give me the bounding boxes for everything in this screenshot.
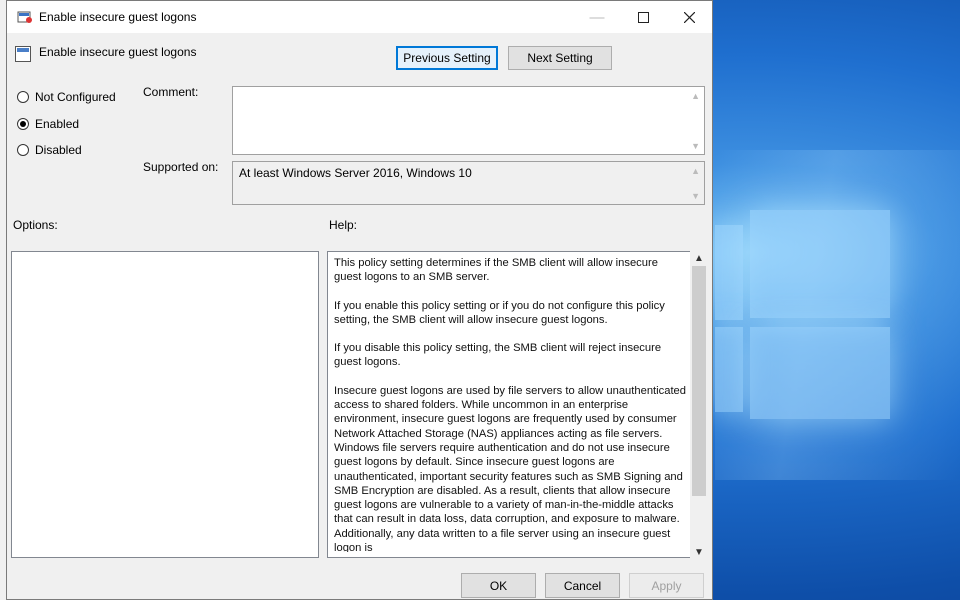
radio-button-selected[interactable] [17,118,29,130]
maximize-button[interactable] [620,1,666,33]
help-text: This policy setting determines if the SM… [334,256,688,552]
help-panel[interactable]: This policy setting determines if the SM… [327,251,691,558]
radio-label: Disabled [35,143,82,157]
help-scrollbar[interactable]: ▲ ▼ [690,251,708,558]
minimize-button[interactable]: — [574,1,620,33]
windows-logo-wallpaper [715,205,895,420]
radio-button[interactable] [17,91,29,103]
apply-button[interactable]: Apply [629,573,704,598]
help-paragraph: If you enable this policy setting or if … [334,299,665,326]
scroll-down-icon: ▼ [691,191,700,201]
close-icon [683,11,695,23]
options-panel [11,251,319,558]
scrollbar-thumb[interactable] [692,266,706,496]
window-title: Enable insecure guest logons [39,10,197,24]
radio-disabled[interactable]: Disabled [17,143,82,157]
policy-app-icon [17,11,32,23]
scroll-up-icon: ▲ [691,166,700,176]
title-bar: Enable insecure guest logons — [7,1,712,33]
supported-on-value: At least Windows Server 2016, Windows 10 [239,166,472,180]
radio-enabled[interactable]: Enabled [17,117,79,131]
help-label: Help: [329,218,358,232]
close-button[interactable] [666,1,712,33]
radio-not-configured[interactable]: Not Configured [17,90,116,104]
comment-textarea[interactable]: ▲ ▼ [232,86,705,155]
help-paragraph: This policy setting determines if the SM… [334,257,658,284]
scroll-down-icon[interactable]: ▼ [690,547,708,558]
next-setting-button[interactable]: Next Setting [508,46,612,70]
radio-label: Not Configured [35,90,116,104]
scroll-down-icon: ▼ [691,141,700,151]
policy-dialog: Enable insecure guest logons — Enable in… [6,0,713,600]
comment-label: Comment: [143,85,199,99]
scroll-up-icon: ▲ [691,91,700,101]
maximize-icon [637,11,649,23]
supported-on-field: At least Windows Server 2016, Windows 10… [232,161,705,205]
ok-button[interactable]: OK [461,573,536,598]
scroll-up-icon[interactable]: ▲ [690,253,708,264]
help-paragraph: Insecure guest logons are used by file s… [334,384,686,552]
supported-on-label: Supported on: [143,160,219,174]
previous-setting-button[interactable]: Previous Setting [396,46,498,70]
options-label: Options: [13,218,58,232]
setting-icon [15,46,31,62]
setting-header: Enable insecure guest logons [39,45,197,59]
help-paragraph: If you disable this policy setting, the … [334,342,662,369]
radio-button[interactable] [17,144,29,156]
radio-label: Enabled [35,117,80,131]
cancel-button[interactable]: Cancel [545,573,620,598]
